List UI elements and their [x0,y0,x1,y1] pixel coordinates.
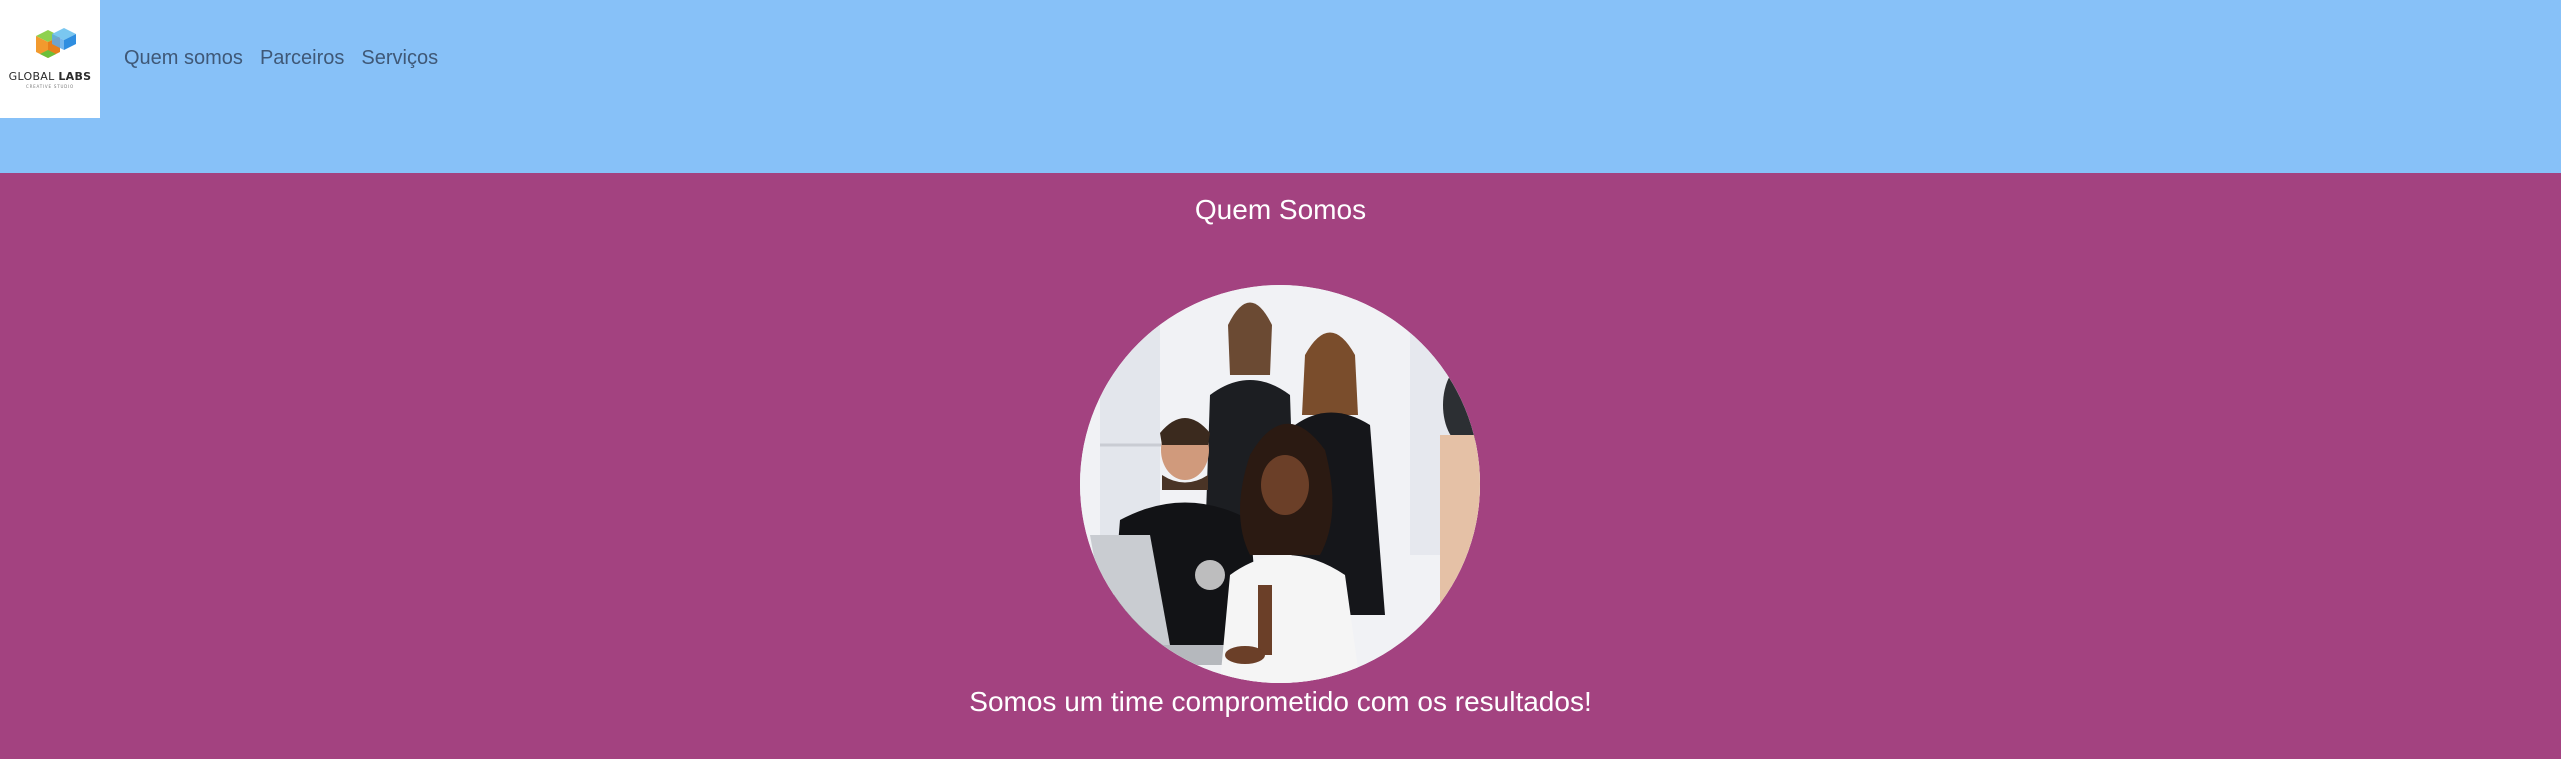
about-section: Quem Somos Somos um time comprometido co… [0,173,2561,759]
global-labs-logo-icon [36,28,76,58]
team-photo [1080,285,1480,683]
logo-wordmark: GLOBAL LABS [9,70,92,83]
main-nav: Quem somos Parceiros Serviços [124,44,438,72]
logo-link[interactable]: GLOBAL LABS creative studio [0,0,100,118]
nav-item-parceiros[interactable]: Parceiros [260,44,344,72]
page: GLOBAL LABS creative studio Quem somos P… [0,0,2561,759]
section-tagline: Somos um time comprometido com os result… [969,686,1592,717]
site-header: GLOBAL LABS creative studio Quem somos P… [0,0,2561,173]
logo-tagline: creative studio [25,84,74,89]
logo-word-global: GLOBAL [8,70,59,83]
nav-item-servicos[interactable]: Serviços [361,44,438,72]
nav-item-quem-somos[interactable]: Quem somos [124,44,243,72]
section-title: Quem Somos [1194,194,1367,225]
team-photo-illustration [1080,285,1480,683]
logo-word-labs: LABS [58,70,92,83]
